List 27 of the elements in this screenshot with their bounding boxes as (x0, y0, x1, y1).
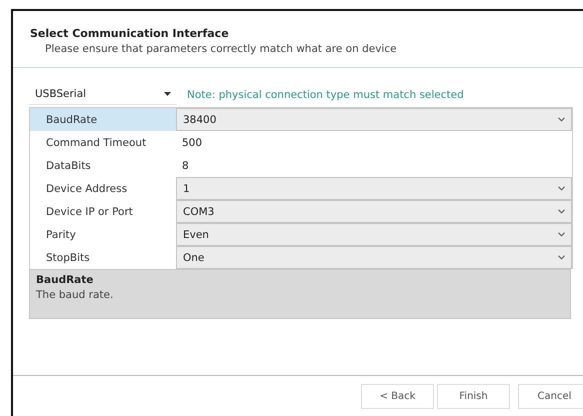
chevron-icon (558, 186, 565, 191)
chevron-icon (558, 117, 565, 122)
description-text: The baud rate. (36, 289, 114, 301)
property-dropdown[interactable]: 1 (176, 177, 572, 200)
finish-button[interactable]: Finish (437, 384, 510, 408)
dialog-subtitle: Please ensure that parameters correctly match what are on device (45, 43, 398, 55)
description-title: BaudRate (36, 274, 94, 286)
property-dropdown[interactable]: COM3 (176, 200, 572, 223)
property-dropdown[interactable]: Even (176, 223, 572, 246)
chevron-icon (558, 232, 565, 237)
property-name[interactable]: StopBits (30, 246, 176, 269)
note-text: Note: physical connection type must match selected (187, 88, 464, 100)
chevron-icon (558, 209, 565, 214)
back-button[interactable]: < Back (361, 384, 434, 408)
property-dropdown[interactable]: 38400 (176, 108, 572, 131)
caret-icon (164, 92, 171, 96)
interface-dropdown[interactable]: USBSerial (29, 84, 177, 105)
dialog-title: Select Communication Interface (30, 27, 230, 40)
property-name[interactable]: Parity (30, 223, 176, 246)
property-name[interactable]: Command Timeout (30, 131, 176, 154)
property-name[interactable]: DataBits (30, 154, 176, 177)
property-dropdown[interactable]: One (176, 246, 572, 269)
cancel-button[interactable]: Cancel (518, 384, 583, 408)
property-name[interactable]: Device IP or Port (30, 200, 176, 223)
chevron-icon (558, 255, 565, 260)
property-name[interactable]: Device Address (30, 177, 176, 200)
property-name[interactable]: BaudRate (30, 108, 176, 131)
